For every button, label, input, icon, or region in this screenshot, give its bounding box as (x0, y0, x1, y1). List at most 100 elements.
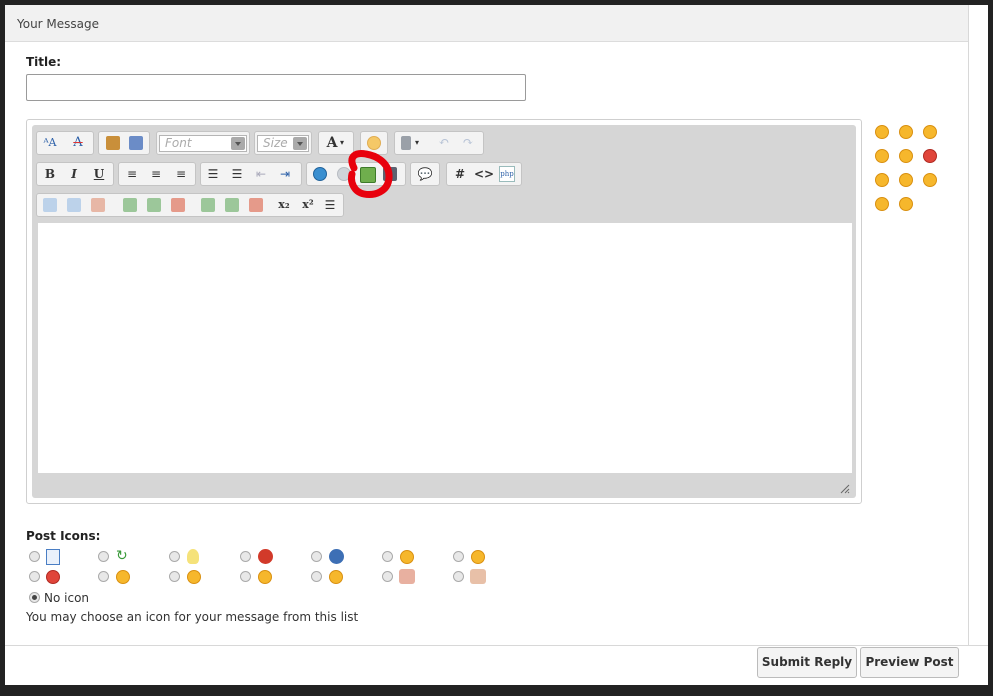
smiley-mad-icon[interactable] (923, 149, 937, 163)
title-input[interactable] (26, 74, 526, 101)
ordered-list-icon[interactable]: ☰ (204, 166, 222, 182)
message-panel: Your Message Title: ᴬA A Font Size A ▾ ▾… (5, 5, 988, 685)
switch-mode-icon[interactable]: ᴬA (41, 135, 59, 151)
redface-icon (187, 570, 201, 584)
font-select[interactable]: Font (159, 135, 247, 152)
size-select-label: Size (263, 136, 288, 150)
panel-header: Your Message (5, 5, 968, 42)
preview-post-button[interactable]: Preview Post (860, 647, 959, 678)
align-right-icon[interactable]: ≡ (172, 166, 190, 182)
post-icon-radio[interactable] (98, 571, 109, 582)
panel-title: Your Message (17, 17, 100, 31)
submit-reply-button[interactable]: Submit Reply (757, 647, 857, 678)
insert-column-left-icon[interactable] (201, 198, 215, 212)
smiley-tongue-icon[interactable] (875, 173, 889, 187)
post-icon-radio[interactable] (382, 551, 393, 562)
title-label: Title: (26, 55, 62, 69)
undo-icon[interactable]: ↶ (435, 135, 453, 151)
smiley-grin-icon[interactable] (875, 125, 889, 139)
post-icon-radio[interactable] (29, 571, 40, 582)
attachment-icon[interactable] (401, 136, 411, 150)
unlink-icon[interactable] (337, 167, 351, 181)
paste-icon[interactable] (106, 136, 120, 150)
toolbar-group-lists: ☰ ☰ ⇤ ⇥ (200, 162, 302, 186)
insert-column-right-icon[interactable] (225, 198, 239, 212)
indent-icon[interactable]: ⇥ (276, 166, 294, 182)
post-icon-radio[interactable] (311, 551, 322, 562)
video-icon[interactable] (383, 167, 397, 181)
thumbs-up-icon (470, 569, 486, 584)
smiley-frown-icon[interactable] (875, 149, 889, 163)
message-editor-area[interactable] (38, 223, 852, 473)
italic-button[interactable]: I (65, 166, 83, 182)
post-icon-radio[interactable] (169, 551, 180, 562)
bold-button[interactable]: B (41, 166, 59, 182)
unordered-list-icon[interactable]: ☰ (228, 166, 246, 182)
remove-format-icon[interactable]: A (69, 135, 87, 151)
smiley-eek-icon[interactable] (899, 197, 913, 211)
toolbar-group-color: A ▾ (318, 131, 354, 155)
post-icon-radio[interactable] (240, 551, 251, 562)
post-icon-radio[interactable] (98, 551, 109, 562)
code-icon[interactable]: <> (474, 166, 494, 182)
toolbar-group-quote: 💬 (410, 162, 440, 186)
post-icon-radio[interactable] (240, 571, 251, 582)
link-icon[interactable] (313, 167, 327, 181)
lightbulb-icon (187, 549, 199, 564)
smiley-smile-icon[interactable] (923, 125, 937, 139)
insert-row-below-icon[interactable] (147, 198, 161, 212)
post-icon-radio[interactable] (311, 571, 322, 582)
table-properties-icon[interactable] (67, 198, 81, 212)
post-icon-radio[interactable] (29, 551, 40, 562)
question-icon (329, 549, 344, 564)
panel-border (968, 5, 969, 645)
post-icon-radio[interactable] (453, 551, 464, 562)
thumbs-down-icon (399, 569, 415, 584)
angry-icon (46, 570, 60, 584)
toolbar-group-attach: ▾ ↶ ↷ (394, 131, 484, 155)
no-icon-radio[interactable] (29, 592, 40, 603)
toolbar-group-paste (98, 131, 150, 155)
quote-icon[interactable]: 💬 (416, 166, 434, 182)
underline-button[interactable]: U (90, 166, 108, 182)
post-icon-radio[interactable] (382, 571, 393, 582)
delete-row-icon[interactable] (171, 198, 185, 212)
editor: ᴬA A Font Size A ▾ ▾ ↶ ↷ B I U ≡ ≡ ≡ ☰ ☰… (26, 119, 862, 504)
toolbar-group-align: ≡ ≡ ≡ (118, 162, 196, 186)
hash-icon[interactable]: # (451, 166, 469, 182)
smiley-happy-icon[interactable] (899, 125, 913, 139)
toolbar-group-code: # <> php (446, 162, 522, 186)
image-icon[interactable] (360, 167, 376, 183)
delete-table-icon[interactable] (91, 198, 105, 212)
post-icon-radio[interactable] (453, 571, 464, 582)
editor-toolbar-area: ᴬA A Font Size A ▾ ▾ ↶ ↷ B I U ≡ ≡ ≡ ☰ ☰… (32, 125, 856, 498)
size-select[interactable]: Size (257, 135, 309, 152)
horizontal-rule-icon[interactable]: ☰ (321, 197, 339, 213)
align-center-icon[interactable]: ≡ (147, 166, 165, 182)
outdent-icon[interactable]: ⇤ (252, 166, 270, 182)
toolbar-group-text-style: B I U (36, 162, 114, 186)
smiley-rolleyes-icon[interactable] (923, 173, 937, 187)
smiley-laugh-icon[interactable] (899, 173, 913, 187)
smiley-confused-icon[interactable] (899, 149, 913, 163)
post-icons-help-text: You may choose an icon for your message … (26, 610, 359, 624)
chevron-down-icon (231, 137, 245, 150)
post-icon-radio[interactable] (169, 571, 180, 582)
no-icon-label: No icon (44, 591, 90, 605)
subscript-button[interactable]: x₂ (275, 197, 293, 213)
toolbar-group-formatting: ᴬA A (36, 131, 94, 155)
paste-word-icon[interactable] (129, 136, 143, 150)
redo-icon[interactable]: ↷ (459, 135, 477, 151)
resize-grip-icon[interactable] (838, 482, 850, 494)
insert-row-above-icon[interactable] (123, 198, 137, 212)
smiley-cool-icon[interactable] (875, 197, 889, 211)
toolbar-group-size: Size (254, 131, 312, 155)
delete-column-icon[interactable] (249, 198, 263, 212)
php-icon[interactable]: php (499, 166, 515, 182)
align-left-icon[interactable]: ≡ (123, 166, 141, 182)
superscript-button[interactable]: x² (299, 197, 317, 213)
cool-icon (400, 550, 414, 564)
smiley-insert-icon[interactable] (367, 136, 381, 150)
insert-table-icon[interactable] (43, 198, 57, 212)
refresh-icon: ↻ (116, 548, 128, 564)
